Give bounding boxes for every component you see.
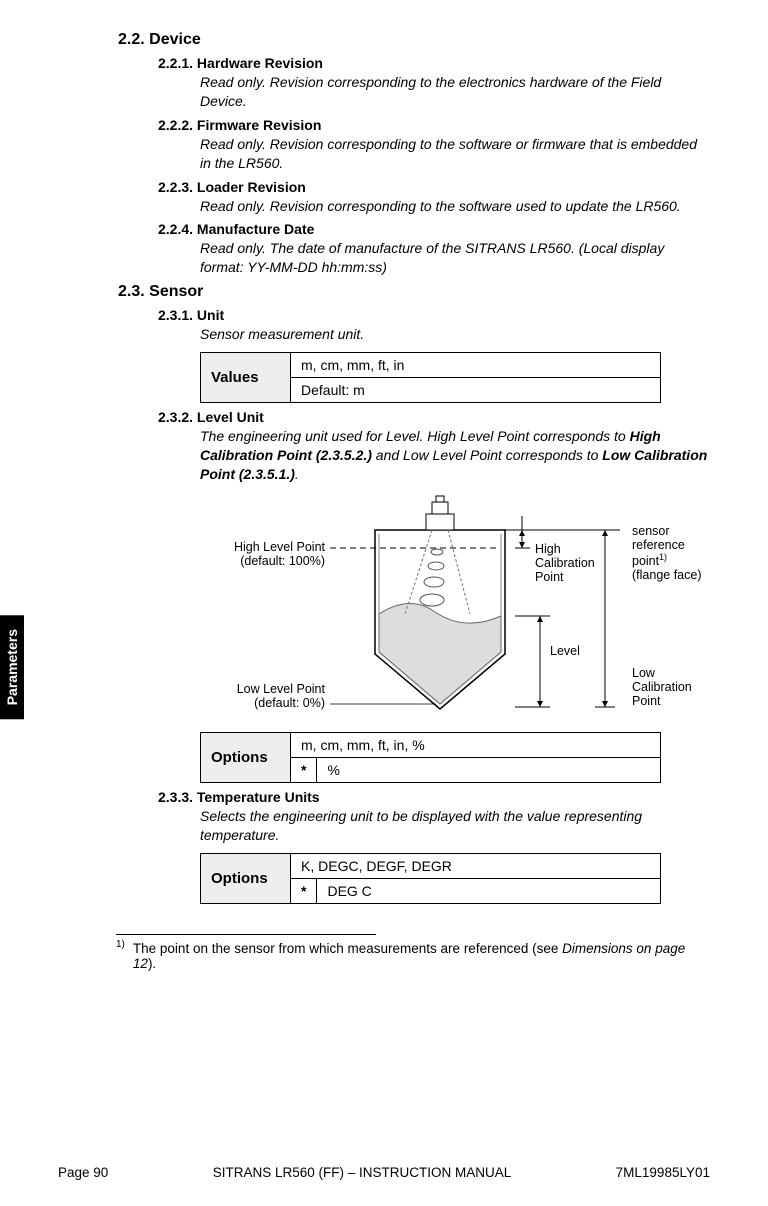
footer-title: SITRANS LR560 (FF) – INSTRUCTION MANUAL [213, 1165, 512, 1180]
label-level: Level [550, 644, 580, 658]
label-sensor-ref: sensor reference point1) (flange face) [632, 524, 701, 582]
table-cell-star: * [291, 878, 317, 903]
table-header-options: Options [201, 853, 291, 903]
level-diagram: High Level Point (default: 100%) Low Lev… [200, 494, 745, 724]
label-low-level-point: Low Level Point (default: 0%) [237, 682, 325, 710]
desc-2-3-2: The engineering unit used for Level. Hig… [200, 427, 710, 484]
table-levelunit-options: Options m, cm, mm, ft, in, % * % [200, 732, 661, 783]
table-cell: DEG C [317, 878, 661, 903]
table-unit-values: Values m, cm, mm, ft, in Default: m [200, 352, 661, 403]
section-2-3-1: 2.3.1. Unit [158, 307, 710, 323]
section-2-2: 2.2. Device [118, 31, 710, 49]
section-2-3-3: 2.3.3. Temperature Units [158, 789, 710, 805]
label-high-cal: High Calibration Point [535, 542, 595, 584]
section-2-2-4: 2.2.4. Manufacture Date [158, 221, 710, 237]
table-tempunit-options: Options K, DEGC, DEGF, DEGR * DEG C [200, 853, 661, 904]
side-tab-parameters: Parameters [0, 615, 24, 719]
table-cell: m, cm, mm, ft, in [291, 353, 661, 378]
footnote-1: 1) The point on the sensor from which me… [116, 939, 710, 971]
page-footer: Page 90 SITRANS LR560 (FF) – INSTRUCTION… [58, 1165, 710, 1180]
desc-2-2-3: Read only. Revision corresponding to the… [200, 197, 710, 216]
footnote-rule [116, 934, 376, 935]
label-low-cal: Low Calibration Point [632, 666, 692, 708]
section-2-2-3: 2.2.3. Loader Revision [158, 179, 710, 195]
desc-2-3-1: Sensor measurement unit. [200, 325, 710, 344]
desc-2-3-3: Selects the engineering unit to be displ… [200, 807, 710, 845]
table-header-options: Options [201, 732, 291, 782]
table-cell: K, DEGC, DEGF, DEGR [291, 853, 661, 878]
table-header-values: Values [201, 353, 291, 403]
footer-page: Page 90 [58, 1165, 108, 1180]
section-2-2-2: 2.2.2. Firmware Revision [158, 117, 710, 133]
label-high-level-point: High Level Point (default: 100%) [234, 540, 325, 568]
desc-2-2-4: Read only. The date of manufacture of th… [200, 239, 710, 277]
section-2-3-2: 2.3.2. Level Unit [158, 409, 710, 425]
table-cell: m, cm, mm, ft, in, % [291, 732, 661, 757]
section-2-3: 2.3. Sensor [118, 283, 710, 301]
table-cell: Default: m [291, 378, 661, 403]
table-cell-star: * [291, 757, 317, 782]
section-2-2-1: 2.2.1. Hardware Revision [158, 55, 710, 71]
table-cell: % [317, 757, 661, 782]
desc-2-2-2: Read only. Revision corresponding to the… [200, 135, 710, 173]
footer-docid: 7ML19985LY01 [616, 1165, 710, 1180]
desc-2-2-1: Read only. Revision corresponding to the… [200, 73, 710, 111]
